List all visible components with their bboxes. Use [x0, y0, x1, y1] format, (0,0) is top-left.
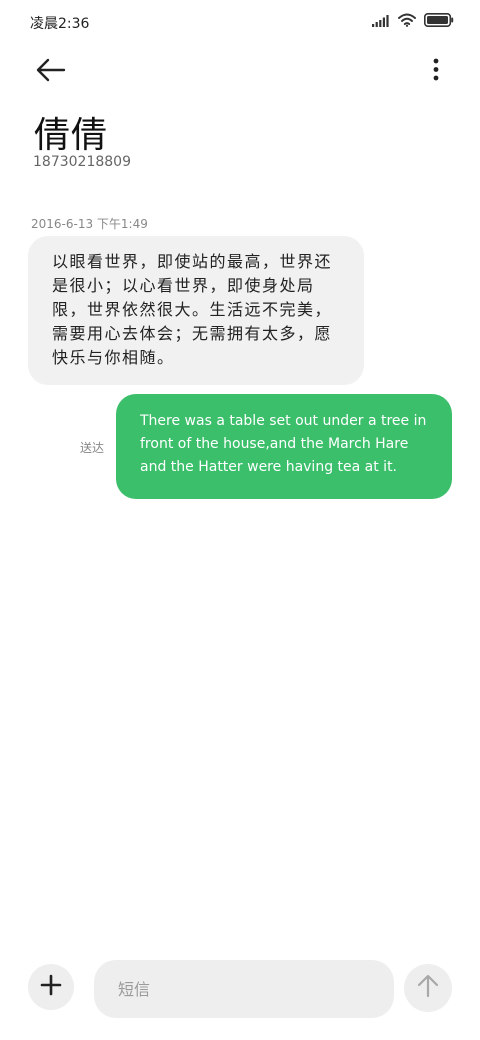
back-button[interactable] [34, 54, 68, 86]
back-arrow-icon [34, 58, 68, 90]
send-button[interactable] [404, 964, 452, 1012]
status-time: 凌晨2:36 [30, 16, 90, 32]
add-attachment-button[interactable] [28, 964, 74, 1010]
battery-icon [424, 12, 454, 31]
contact-number: 18730218809 [33, 154, 131, 170]
outgoing-message-bubble[interactable]: There was a table set out under a tree i… [116, 394, 452, 499]
more-button[interactable] [428, 54, 444, 86]
plus-icon [40, 974, 62, 1000]
status-bar: 凌晨2:36 [0, 0, 480, 44]
status-icons [372, 12, 454, 31]
signal-icon [372, 12, 390, 31]
message-input[interactable] [94, 960, 394, 1018]
send-arrow-icon [416, 973, 440, 1003]
contact-name: 倩倩 [34, 115, 109, 156]
delivery-status: 送达 [80, 441, 105, 455]
composer-bar [0, 956, 480, 1022]
wifi-icon [398, 12, 416, 31]
message-timestamp: 2016-6-13 下午1:49 [31, 217, 148, 231]
more-vert-icon [428, 58, 444, 90]
nav-bar [0, 48, 480, 92]
incoming-message-bubble[interactable]: 以眼看世界，即使站的最高，世界还是很小；以心看世界，即使身处局限，世界依然很大。… [28, 236, 364, 385]
